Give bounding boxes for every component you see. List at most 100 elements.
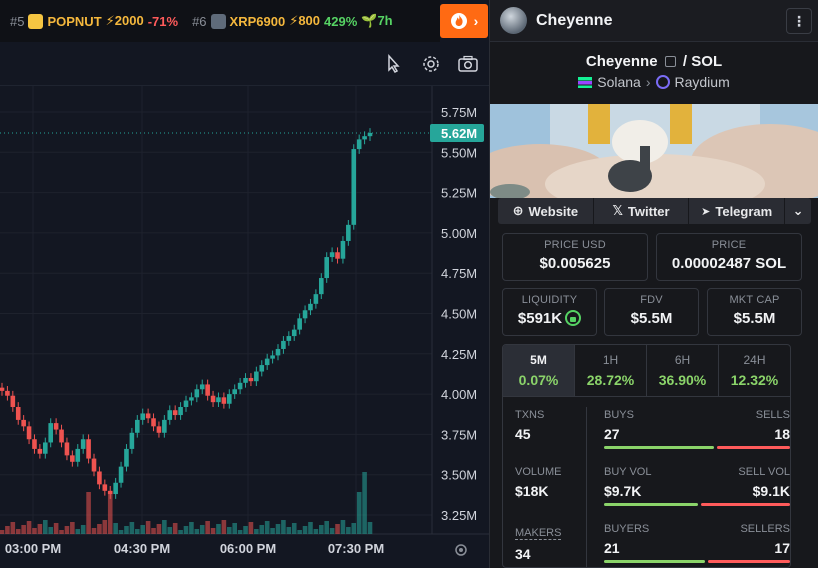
candle-body[interactable] xyxy=(351,149,357,225)
candle-body[interactable] xyxy=(156,426,162,433)
ticker-item[interactable]: #6 XRP6900 ⚡800 429% 🌱7h xyxy=(192,13,393,29)
candle-body[interactable] xyxy=(221,397,227,404)
more-menu-button[interactable]: ⋮ xyxy=(786,8,812,34)
candle-body[interactable] xyxy=(216,397,221,403)
candle-body[interactable] xyxy=(80,439,86,449)
candle-body[interactable] xyxy=(297,318,302,330)
candle-body[interactable] xyxy=(243,377,248,383)
trending-button[interactable]: › xyxy=(440,4,488,38)
candle-body[interactable] xyxy=(335,252,340,259)
price-axis-label: 4.75M xyxy=(441,266,477,281)
more-links-button[interactable]: ⌄ xyxy=(785,198,811,224)
candle-body[interactable] xyxy=(167,410,173,420)
candle-body[interactable] xyxy=(329,252,335,258)
cursor-icon[interactable] xyxy=(383,54,403,74)
candle-body[interactable] xyxy=(313,294,319,304)
period-change: 36.90% xyxy=(658,372,707,388)
volume-bar xyxy=(64,526,70,534)
candle-body[interactable] xyxy=(264,358,270,366)
candle-body[interactable] xyxy=(15,406,21,420)
candle-body[interactable] xyxy=(37,448,43,454)
candle-body[interactable] xyxy=(340,240,346,259)
candle-body[interactable] xyxy=(254,371,259,382)
candle-body[interactable] xyxy=(124,448,129,467)
candle-body[interactable] xyxy=(91,458,97,472)
website-link[interactable]: ⊕ Website xyxy=(498,198,594,224)
twitter-link[interactable]: 𝕏 Twitter xyxy=(594,198,690,224)
buys-sells-bar xyxy=(604,446,790,449)
candle-body[interactable] xyxy=(97,471,102,485)
candle-body[interactable] xyxy=(189,397,194,401)
candle-body[interactable] xyxy=(346,224,351,241)
camera-icon[interactable] xyxy=(458,54,478,74)
candle-body[interactable] xyxy=(26,426,32,440)
tab-24h[interactable]: 24H 12.32% xyxy=(719,345,790,396)
candle-body[interactable] xyxy=(308,303,313,311)
ticker-item[interactable]: #5 POPNUT ⚡2000 -71% xyxy=(10,13,178,29)
candle-body[interactable] xyxy=(0,387,5,391)
tab-6h[interactable]: 6H 36.90% xyxy=(647,345,719,396)
candle-body[interactable] xyxy=(113,482,118,495)
candle-body[interactable] xyxy=(21,419,26,427)
copy-icon[interactable] xyxy=(664,56,676,67)
candle-body[interactable] xyxy=(183,400,189,407)
candle-body[interactable] xyxy=(70,455,75,462)
candle-body[interactable] xyxy=(48,423,54,443)
candle-body[interactable] xyxy=(64,442,70,456)
candle-body[interactable] xyxy=(10,395,16,407)
chain-name[interactable]: Solana xyxy=(597,74,641,90)
tab-1h[interactable]: 1H 28.72% xyxy=(575,345,647,396)
candle-body[interactable] xyxy=(86,439,91,459)
candle-body[interactable] xyxy=(178,406,183,416)
candle-body[interactable] xyxy=(270,355,275,359)
candle-body[interactable] xyxy=(324,257,330,279)
ticker-rank: #6 xyxy=(192,13,207,29)
candle-body[interactable] xyxy=(151,418,156,427)
candle-body[interactable] xyxy=(302,310,308,319)
globe-icon: ⊕ xyxy=(512,203,524,218)
candle-body[interactable] xyxy=(199,384,205,390)
candle-body[interactable] xyxy=(5,390,10,396)
candle-body[interactable] xyxy=(194,389,200,398)
gear-icon[interactable] xyxy=(421,54,441,74)
sells-label: SELLS xyxy=(755,409,790,421)
sell-vol-value: $9.1K xyxy=(752,483,790,499)
candle-body[interactable] xyxy=(75,448,81,462)
period-label: 24H xyxy=(743,353,766,367)
candle-body[interactable] xyxy=(134,419,140,433)
candle-body[interactable] xyxy=(59,429,64,443)
price-chart[interactable]: 5.75M 5.50M 5.25M 5.00M 4.75M 4.50M 4.25M 4.00M… xyxy=(0,86,489,568)
volume-bar xyxy=(221,520,227,534)
candle-body[interactable] xyxy=(281,340,286,349)
candle-body[interactable] xyxy=(162,419,167,433)
time-axis-label: 07:30 PM xyxy=(328,541,384,556)
candle-body[interactable] xyxy=(42,442,48,454)
candle-body[interactable] xyxy=(232,389,238,395)
candle-body[interactable] xyxy=(210,395,216,403)
candle-body[interactable] xyxy=(237,382,243,390)
candle-body[interactable] xyxy=(102,484,108,491)
candle-body[interactable] xyxy=(32,439,37,449)
candlestick-chart[interactable]: 5.75M 5.50M 5.25M 5.00M 4.75M 4.50M 4.25M 4.00M… xyxy=(0,86,489,568)
ticker-change: -71% xyxy=(147,13,179,29)
candle-body[interactable] xyxy=(275,348,281,356)
candle-body[interactable] xyxy=(129,432,135,449)
candle-body[interactable] xyxy=(145,413,151,419)
candle-body[interactable] xyxy=(286,336,292,341)
candle-body[interactable] xyxy=(318,278,324,295)
candle-body[interactable] xyxy=(172,410,178,416)
telegram-link[interactable]: ➤ Telegram xyxy=(689,198,786,224)
tab-5m[interactable]: 5M 0.07% xyxy=(503,345,575,396)
candle-body[interactable] xyxy=(291,329,297,337)
candle-body[interactable] xyxy=(140,413,146,420)
candle-body[interactable] xyxy=(226,394,232,404)
dex-name[interactable]: Raydium xyxy=(675,74,730,90)
candle-body[interactable] xyxy=(53,423,59,430)
lock-icon[interactable] xyxy=(565,310,582,326)
candle-body[interactable] xyxy=(362,136,367,140)
candle-body[interactable] xyxy=(248,377,254,382)
candle-body[interactable] xyxy=(356,139,362,150)
candle-body[interactable] xyxy=(205,384,210,396)
candle-body[interactable] xyxy=(118,466,124,483)
candle-body[interactable] xyxy=(259,365,265,372)
